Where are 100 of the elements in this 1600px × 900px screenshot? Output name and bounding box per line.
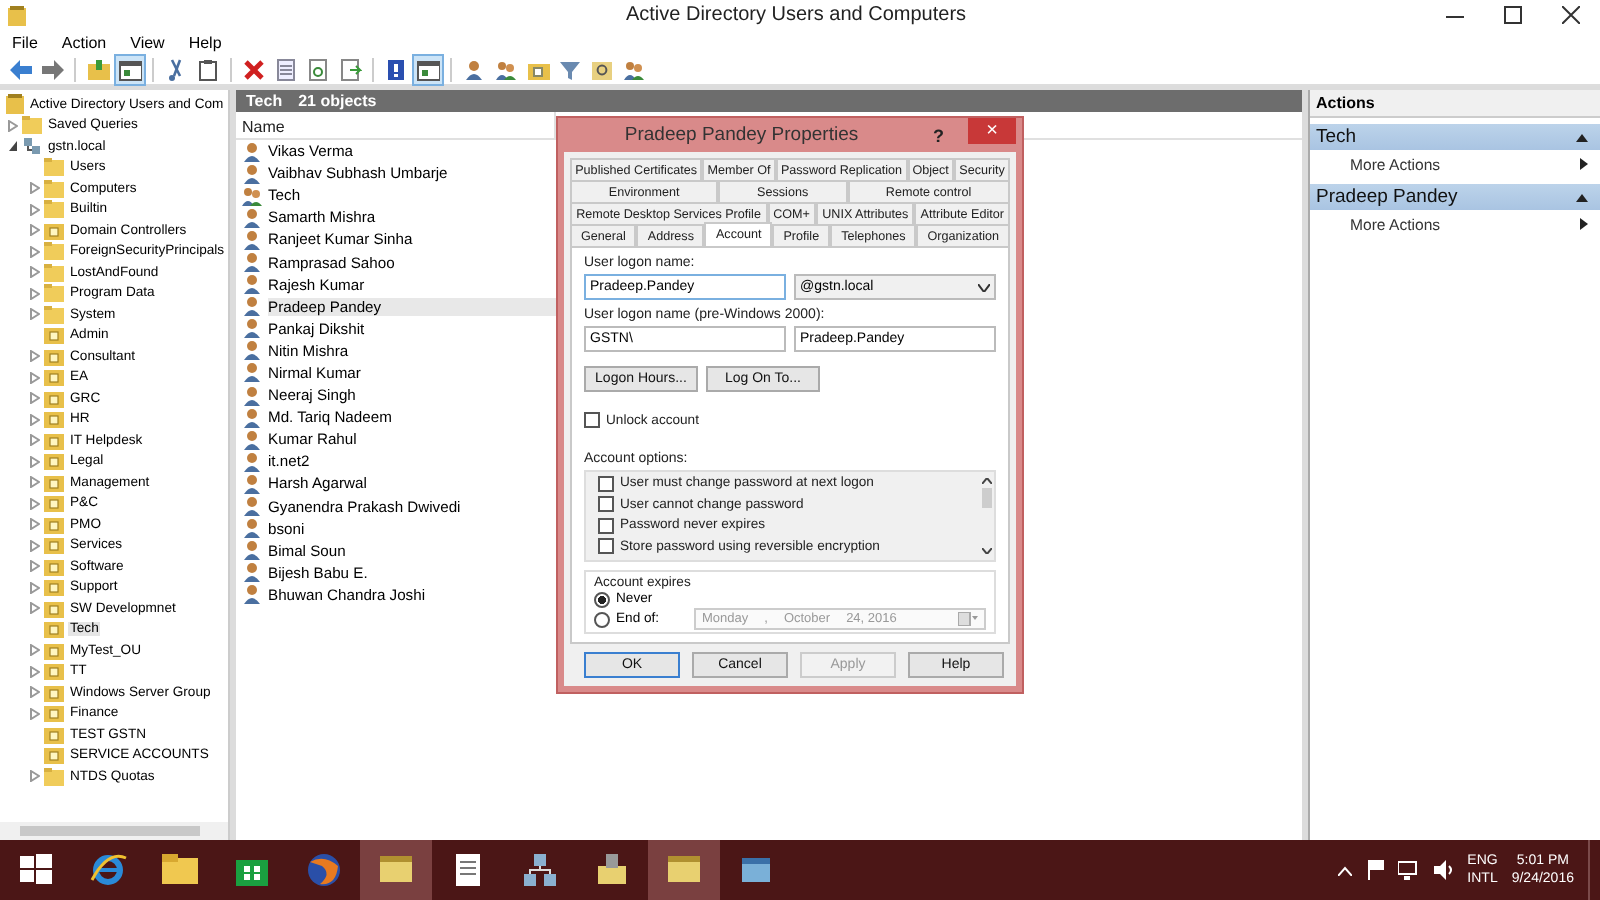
vertical-scrollbar[interactable]: [980, 473, 994, 557]
section-header[interactable]: Tech: [1310, 124, 1600, 150]
close-icon[interactable]: [1562, 6, 1580, 24]
collapse-icon[interactable]: [1576, 133, 1588, 141]
user-icon: [240, 538, 264, 563]
expand-arrow-icon[interactable]: [30, 350, 40, 363]
pane-title: Tech: [246, 92, 283, 110]
radio-button[interactable]: [594, 591, 610, 607]
expand-arrow-icon[interactable]: [30, 224, 40, 237]
checkbox[interactable]: [598, 538, 614, 555]
help-button[interactable]: ?: [925, 125, 952, 145]
section-title: Tech: [1316, 126, 1357, 148]
expand-arrow-icon[interactable]: [30, 392, 40, 405]
expand-arrow-icon[interactable]: [30, 455, 40, 468]
windows-logo-icon[interactable]: [16, 850, 56, 890]
expand-arrow-icon[interactable]: [30, 518, 40, 531]
app-icon: [8, 5, 26, 25]
toolbar-button[interactable]: [240, 55, 268, 83]
submenu-arrow-icon[interactable]: [1580, 218, 1588, 230]
user-icon: [240, 139, 264, 164]
expand-arrow-icon[interactable]: [30, 371, 40, 384]
expand-arrow-icon[interactable]: [30, 644, 40, 657]
toolbar-button[interactable]: [336, 55, 364, 83]
folder-icon: [22, 116, 42, 135]
toolbar-button[interactable]: [84, 55, 112, 83]
menu-item[interactable]: Help: [188, 33, 222, 51]
user-icon: [240, 471, 264, 496]
folder-icon[interactable]: [160, 850, 200, 890]
expand-arrow-icon[interactable]: [30, 497, 40, 510]
expand-arrow-icon[interactable]: [30, 413, 40, 426]
user-icon: [240, 227, 264, 252]
expand-arrow-icon[interactable]: [30, 245, 40, 258]
folder-icon: [44, 767, 64, 786]
checkbox[interactable]: [598, 475, 614, 492]
toolbar-button[interactable]: [460, 55, 488, 83]
show-hidden-icon[interactable]: [1337, 865, 1352, 875]
menu-item[interactable]: View: [130, 33, 165, 51]
folder-icon: [44, 158, 64, 177]
menu-item[interactable]: Action: [61, 33, 107, 51]
forward-arrow-icon: [40, 57, 64, 81]
user-icon: [462, 57, 486, 81]
expand-arrow-icon[interactable]: [30, 476, 40, 489]
expand-arrow-icon[interactable]: [8, 119, 18, 132]
scroll-down-icon: [982, 547, 992, 553]
console-icon: [6, 94, 24, 115]
expand-arrow-icon[interactable]: [30, 308, 40, 321]
submenu-arrow-icon[interactable]: [1580, 158, 1588, 170]
expand-arrow-icon[interactable]: [30, 287, 40, 300]
toolbar-button[interactable]: [194, 55, 222, 83]
expand-arrow-icon[interactable]: [30, 560, 40, 573]
expand-arrow-icon[interactable]: [30, 203, 40, 216]
user-icon: [240, 161, 264, 186]
expand-arrow-icon[interactable]: [30, 434, 40, 447]
toolbar-button[interactable]: [382, 55, 410, 83]
checkbox[interactable]: [584, 412, 600, 429]
maximize-icon[interactable]: [1504, 6, 1522, 24]
radio-button[interactable]: [594, 611, 610, 627]
actions-title: Actions: [1310, 90, 1600, 118]
find-icon: [590, 57, 614, 81]
expand-arrow-icon[interactable]: [30, 770, 40, 783]
expand-arrow-icon[interactable]: [30, 602, 40, 615]
toolbar-button[interactable]: [38, 55, 66, 83]
expand-arrow-icon[interactable]: [30, 581, 40, 594]
expand-arrow-icon[interactable]: [30, 539, 40, 552]
user-icon: [240, 383, 264, 408]
menu-item[interactable]: File: [12, 33, 38, 51]
toolbar-button[interactable]: [6, 55, 34, 83]
user-icon: [240, 427, 264, 452]
collapse-arrow-icon[interactable]: [8, 140, 18, 153]
checkbox[interactable]: [598, 517, 614, 534]
back-arrow-icon: [8, 57, 32, 81]
browser-icon[interactable]: [88, 850, 128, 890]
folder-icon: [44, 284, 64, 303]
toolbar-button[interactable]: [414, 55, 442, 83]
expand-arrow-icon[interactable]: [30, 686, 40, 699]
expand-arrow-icon[interactable]: [30, 266, 40, 279]
user-icon: [240, 582, 264, 607]
collapse-icon[interactable]: [1576, 193, 1588, 201]
delete-icon: [242, 57, 266, 81]
expand-arrow-icon[interactable]: [30, 665, 40, 678]
user-icon: [240, 294, 264, 319]
section-header[interactable]: Pradeep Pandey: [1310, 184, 1600, 210]
user-icon: [240, 560, 264, 585]
expand-arrow-icon[interactable]: [30, 707, 40, 720]
expand-arrow-icon[interactable]: [30, 182, 40, 195]
folder-icon: [44, 242, 64, 261]
flag-icon[interactable]: [1365, 860, 1384, 880]
close-button[interactable]: ×: [968, 118, 1016, 144]
domain-icon: [22, 137, 42, 156]
folder-icon: [44, 179, 64, 198]
horizontal-scrollbar[interactable]: [0, 822, 228, 840]
section-title: Pradeep Pandey: [1316, 186, 1458, 208]
checkbox[interactable]: [598, 496, 614, 513]
speaker-icon[interactable]: [1433, 860, 1454, 880]
toolbar-button[interactable]: [272, 55, 300, 83]
globe-icon[interactable]: [304, 850, 344, 890]
toolbar-button[interactable]: [116, 55, 144, 83]
toolbar-button[interactable]: [304, 55, 332, 83]
folder-icon: [44, 263, 64, 282]
scroll-up-icon: [982, 477, 992, 483]
